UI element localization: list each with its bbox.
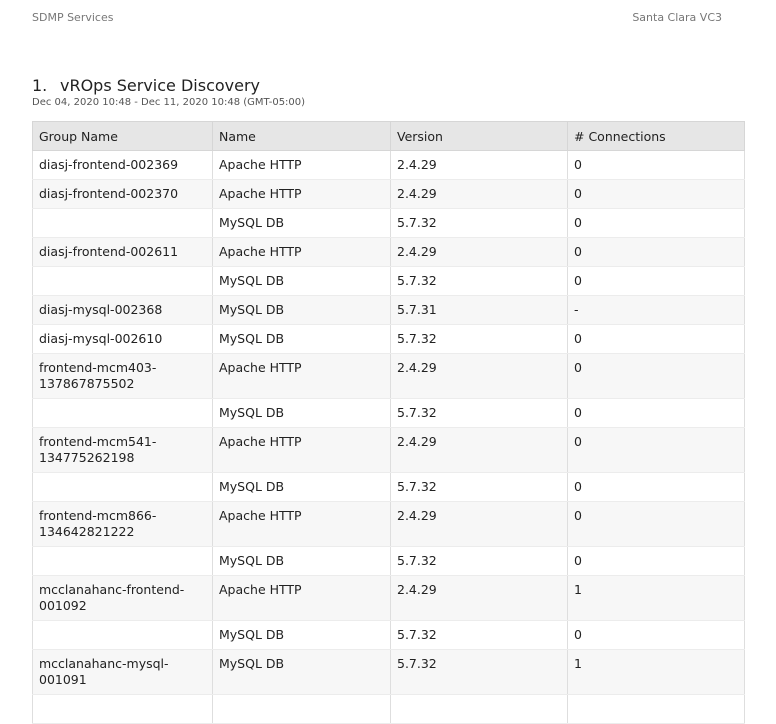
column-header-group-name: Group Name xyxy=(32,121,213,151)
version-cell: 2.4.29 xyxy=(390,237,568,267)
table-row: MySQL DB 5.7.32 0 xyxy=(32,620,745,650)
table-row: MySQL DB 5.7.32 0 xyxy=(32,266,745,296)
version-cell: 5.7.32 xyxy=(390,546,568,576)
name-cell: MySQL DB xyxy=(212,266,391,296)
table-row: MySQL DB 5.7.32 0 xyxy=(32,472,745,502)
table-row: MySQL DB 5.7.32 0 xyxy=(32,398,745,428)
group-name-cell: diasj-frontend-002369 xyxy=(32,150,213,180)
connections-cell: - xyxy=(567,295,745,325)
version-cell: 2.4.29 xyxy=(390,575,568,621)
version-cell: 5.7.32 xyxy=(390,649,568,695)
table-row: MySQL DB 5.7.32 0 xyxy=(32,208,745,238)
header-left: SDMP Services xyxy=(32,11,114,24)
group-name-cell: frontend-mcm866-134642821222 xyxy=(32,501,213,547)
connections-cell: 0 xyxy=(567,237,745,267)
version-cell xyxy=(390,694,568,724)
connections-cell: 0 xyxy=(567,324,745,354)
version-cell: 5.7.32 xyxy=(390,620,568,650)
section-title-text: vROps Service Discovery xyxy=(60,76,261,95)
connections-cell: 0 xyxy=(567,150,745,180)
version-cell: 5.7.32 xyxy=(390,208,568,238)
connections-cell: 0 xyxy=(567,208,745,238)
name-cell xyxy=(212,694,391,724)
group-name-cell xyxy=(32,398,213,428)
version-cell: 5.7.31 xyxy=(390,295,568,325)
table-row: diasj-frontend-002611 Apache HTTP 2.4.29 0 xyxy=(32,237,745,267)
group-name-cell: frontend-mcm541-134775262198 xyxy=(32,427,213,473)
name-cell: MySQL DB xyxy=(212,472,391,502)
service-discovery-table: Group Name Name Version # Connections di… xyxy=(32,121,745,724)
table-row: mcclanahanc-frontend-001092 Apache HTTP 2.… xyxy=(32,575,745,621)
name-cell: MySQL DB xyxy=(212,208,391,238)
name-cell: Apache HTTP xyxy=(212,353,391,399)
table-row: mcclanahanc-mysql-001091 MySQL DB 5.7.32 1 xyxy=(32,649,745,695)
column-header-name: Name xyxy=(212,121,391,151)
group-name-cell: mcclanahanc-mysql-001091 xyxy=(32,649,213,695)
group-name-cell: mcclanahanc-frontend-001092 xyxy=(32,575,213,621)
connections-cell: 0 xyxy=(567,398,745,428)
name-cell: MySQL DB xyxy=(212,398,391,428)
connections-cell xyxy=(567,694,745,724)
name-cell: MySQL DB xyxy=(212,649,391,695)
name-cell: Apache HTTP xyxy=(212,150,391,180)
group-name-cell: diasj-mysql-002610 xyxy=(32,324,213,354)
connections-cell: 0 xyxy=(567,179,745,209)
section-title: 1. vROps Service Discovery xyxy=(32,76,260,95)
connections-cell: 0 xyxy=(567,266,745,296)
name-cell: Apache HTTP xyxy=(212,179,391,209)
table-row: diasj-frontend-002370 Apache HTTP 2.4.29 0 xyxy=(32,179,745,209)
table-row: diasj-mysql-002610 MySQL DB 5.7.32 0 xyxy=(32,324,745,354)
group-name-cell xyxy=(32,208,213,238)
group-name-cell xyxy=(32,546,213,576)
table-row: diasj-frontend-002369 Apache HTTP 2.4.29 0 xyxy=(32,150,745,180)
name-cell: Apache HTTP xyxy=(212,237,391,267)
table-header-row: Group Name Name Version # Connections xyxy=(32,121,745,151)
version-cell: 5.7.32 xyxy=(390,398,568,428)
version-cell: 5.7.32 xyxy=(390,266,568,296)
table-row: frontend-mcm541-134775262198 Apache HTTP 2… xyxy=(32,427,745,473)
connections-cell: 0 xyxy=(567,501,745,547)
version-cell: 2.4.29 xyxy=(390,179,568,209)
group-name-cell xyxy=(32,266,213,296)
name-cell: MySQL DB xyxy=(212,620,391,650)
table-row: frontend-mcm866-134642821222 Apache HTTP 2… xyxy=(32,501,745,547)
version-cell: 2.4.29 xyxy=(390,150,568,180)
connections-cell: 1 xyxy=(567,575,745,621)
date-range: Dec 04, 2020 10:48 - Dec 11, 2020 10:48 … xyxy=(32,97,306,108)
connections-cell: 0 xyxy=(567,427,745,473)
table-row: diasj-mysql-002368 MySQL DB 5.7.31- xyxy=(32,295,745,325)
connections-cell: 1 xyxy=(567,649,745,695)
table-row xyxy=(32,694,745,724)
name-cell: Apache HTTP xyxy=(212,575,391,621)
name-cell: MySQL DB xyxy=(212,324,391,354)
section-number: 1. xyxy=(32,76,48,95)
connections-cell: 0 xyxy=(567,546,745,576)
version-cell: 2.4.29 xyxy=(390,501,568,547)
version-cell: 2.4.29 xyxy=(390,427,568,473)
group-name-cell: diasj-frontend-002611 xyxy=(32,237,213,267)
version-cell: 5.7.32 xyxy=(390,324,568,354)
name-cell: MySQL DB xyxy=(212,295,391,325)
connections-cell: 0 xyxy=(567,620,745,650)
group-name-cell: diasj-mysql-002368 xyxy=(32,295,213,325)
column-header-version: Version xyxy=(390,121,568,151)
group-name-cell xyxy=(32,694,213,724)
group-name-cell: frontend-mcm403-137867875502 xyxy=(32,353,213,399)
connections-cell: 0 xyxy=(567,472,745,502)
name-cell: Apache HTTP xyxy=(212,427,391,473)
column-header-connections: # Connections xyxy=(567,121,745,151)
table-row: MySQL DB 5.7.32 0 xyxy=(32,546,745,576)
table-row: frontend-mcm403-137867875502 Apache HTTP 2… xyxy=(32,353,745,399)
group-name-cell xyxy=(32,620,213,650)
name-cell: Apache HTTP xyxy=(212,501,391,547)
header-right: Santa Clara VC3 xyxy=(632,11,722,24)
version-cell: 5.7.32 xyxy=(390,472,568,502)
connections-cell: 0 xyxy=(567,353,745,399)
version-cell: 2.4.29 xyxy=(390,353,568,399)
group-name-cell xyxy=(32,472,213,502)
group-name-cell: diasj-frontend-002370 xyxy=(32,179,213,209)
name-cell: MySQL DB xyxy=(212,546,391,576)
